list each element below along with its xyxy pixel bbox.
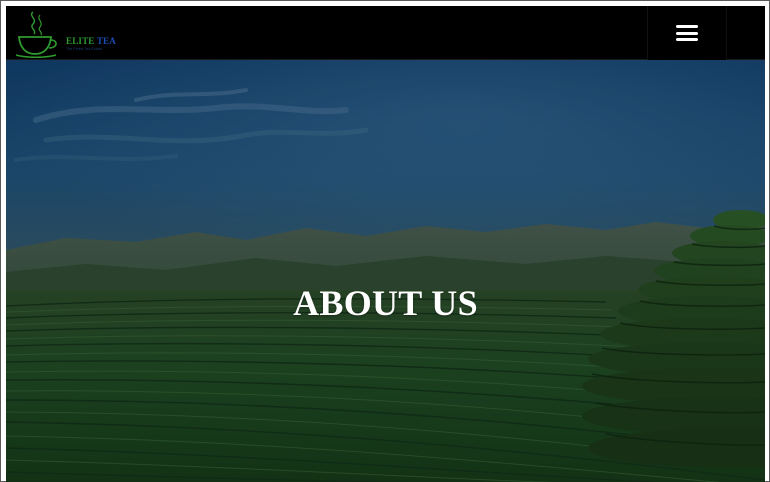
teacup-icon [15, 11, 57, 59]
page: ELITE TEA The Finest Tea Estate ABOUT US [6, 6, 765, 482]
tea-plantation-image [6, 60, 765, 482]
navbar: ELITE TEA The Finest Tea Estate [6, 6, 765, 60]
logo-text-elite: ELITE [66, 36, 97, 46]
browser-frame: ELITE TEA The Finest Tea Estate ABOUT US [0, 0, 770, 482]
logo-tagline: The Finest Tea Estate [66, 47, 103, 51]
hamburger-menu-icon [676, 24, 698, 42]
logo-text-tea: TEA [96, 36, 116, 46]
site-logo[interactable]: ELITE TEA The Finest Tea Estate [14, 10, 124, 59]
page-title: ABOUT US [293, 283, 478, 323]
menu-toggle-button[interactable] [647, 6, 727, 60]
hero-banner: ABOUT US [6, 60, 765, 482]
logo-text: ELITE TEA [66, 36, 116, 46]
